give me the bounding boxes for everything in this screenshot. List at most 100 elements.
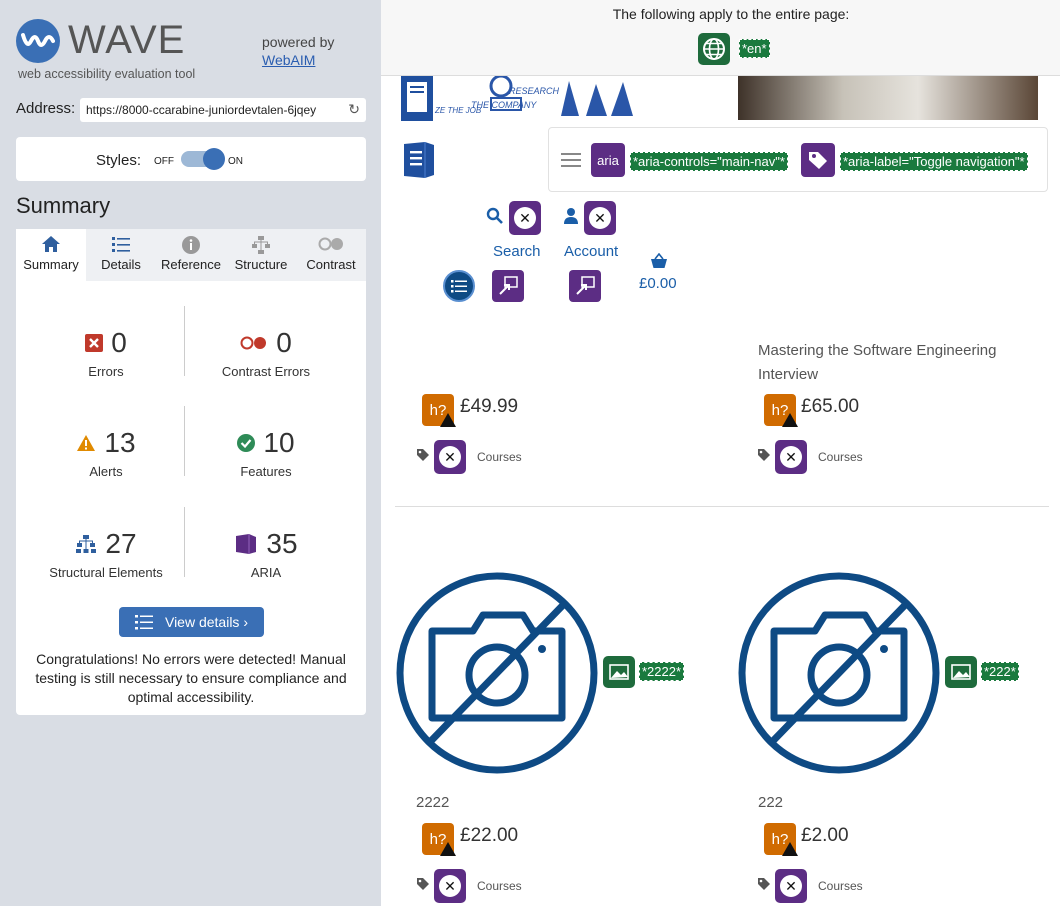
tab-label: Reference: [161, 257, 221, 272]
empty-link-alert-icon[interactable]: ✕: [775, 869, 807, 903]
account-icon[interactable]: [563, 207, 579, 230]
address-input[interactable]: https://8000-ccarabine-juniordevtalen-6j…: [80, 98, 366, 122]
stat-divider: [184, 507, 185, 577]
stat-aria[interactable]: 35 ARIA: [186, 527, 346, 580]
contrast-error-icon: [240, 336, 268, 350]
tab-label: Details: [101, 257, 141, 272]
home-icon: [16, 229, 86, 257]
wave-logo-icon: [16, 18, 60, 63]
stat-alerts[interactable]: 13 Alerts: [26, 426, 186, 479]
product-title[interactable]: 2222: [416, 791, 449, 815]
product-category-link[interactable]: Courses: [477, 450, 522, 464]
empty-link-alert-icon[interactable]: ✕: [509, 201, 541, 235]
structure-icon: [75, 534, 97, 554]
product-title[interactable]: Mastering the Software Engineering Inter…: [758, 339, 1038, 387]
tab-details[interactable]: Details: [86, 229, 156, 281]
address-label: Address:: [16, 100, 76, 117]
hero-illustration: RESEARCH THE COMPANY ZE THE JOB: [401, 76, 641, 121]
product-price: £49.99: [460, 396, 519, 417]
product-category-link[interactable]: Courses: [818, 450, 863, 464]
linked-image-icon[interactable]: [603, 656, 635, 688]
reload-icon[interactable]: ↻: [348, 101, 360, 118]
stat-contrast-errors[interactable]: 0 Contrast Errors: [186, 326, 346, 379]
structure-icon: [226, 229, 296, 257]
hero-photo: [738, 76, 1038, 120]
styles-toggle[interactable]: [181, 148, 225, 170]
tab-summary[interactable]: Summary: [16, 229, 86, 281]
panel-tabs: Summary Details Reference Structure Cont…: [16, 229, 366, 281]
contrast-errors-label: Contrast Errors: [221, 364, 311, 379]
aria-label-tag: *aria-label="Toggle navigation"*: [840, 152, 1028, 171]
summary-heading: Summary: [16, 193, 111, 218]
product-price: £2.00: [801, 825, 849, 846]
styles-off-label: OFF: [154, 156, 174, 167]
tag-icon: [416, 877, 430, 894]
powered-by-label: powered by: [262, 34, 335, 50]
page-notice-text: The following apply to the entire page:: [612, 6, 850, 22]
warning-icon: [440, 842, 456, 856]
view-details-button[interactable]: View details ›: [119, 607, 264, 637]
tab-structure[interactable]: Structure: [226, 229, 296, 281]
hero-research-text: RESEARCH: [509, 86, 560, 96]
image-alt-tag: *2222*: [639, 662, 685, 681]
popup-aria-icon[interactable]: [492, 270, 524, 302]
stat-features[interactable]: 10 Features: [186, 426, 346, 479]
webaim-link[interactable]: WebAIM: [262, 52, 315, 68]
toggle-knob: [203, 148, 225, 170]
error-icon: [85, 334, 104, 352]
wave-sidebar: WAVE web accessibility evaluation tool p…: [0, 0, 381, 906]
image-alt-tag: *222*: [981, 662, 1019, 681]
empty-link-alert-icon[interactable]: ✕: [584, 201, 616, 235]
popup-aria-icon[interactable]: [569, 270, 601, 302]
features-label: Features: [240, 464, 292, 479]
alert-icon: [76, 434, 96, 452]
empty-link-alert-icon[interactable]: ✕: [434, 440, 466, 474]
basket-total[interactable]: £0.00: [639, 275, 677, 292]
congrats-message: Congratulations! No errors were detected…: [35, 651, 347, 705]
wave-logo[interactable]: WAVE: [16, 18, 185, 63]
warning-icon: [440, 413, 456, 427]
product-title[interactable]: 222: [758, 791, 783, 815]
document-icon: [401, 141, 437, 184]
tab-contrast[interactable]: Contrast: [296, 229, 366, 281]
aria-icon-text: aria: [597, 152, 619, 168]
lang-tag: *en*: [739, 39, 770, 58]
aria-label-icon[interactable]: [801, 143, 835, 177]
summary-panel: Summary Details Reference Structure Cont…: [16, 229, 366, 715]
contrast-icon: [296, 229, 366, 257]
linked-image-icon[interactable]: [945, 656, 977, 688]
search-icon[interactable]: [486, 207, 504, 230]
stat-divider: [184, 406, 185, 476]
aria-icon[interactable]: aria: [591, 143, 625, 177]
navbar-toggle-area: aria *aria-controls="main-nav"* *aria-la…: [548, 127, 1048, 192]
empty-link-alert-icon[interactable]: ✕: [775, 440, 807, 474]
language-icon[interactable]: [698, 33, 730, 65]
errors-count: 0: [111, 327, 127, 358]
account-link[interactable]: Account: [564, 243, 618, 260]
structural-count: 27: [105, 528, 137, 559]
empty-link-alert-icon[interactable]: ✕: [434, 869, 466, 903]
no-image-placeholder-icon[interactable]: [395, 571, 599, 780]
product-price: £65.00: [801, 396, 860, 417]
tag-icon: [416, 448, 430, 465]
evaluated-page: RESEARCH THE COMPANY ZE THE JOB The foll…: [381, 0, 1060, 906]
tab-reference[interactable]: Reference: [156, 229, 226, 281]
list-icon[interactable]: [443, 270, 475, 302]
no-image-placeholder-icon[interactable]: [737, 571, 941, 780]
tag-icon: [757, 877, 771, 894]
hamburger-menu-icon[interactable]: [561, 152, 581, 173]
product-category-link[interactable]: Courses: [818, 879, 863, 893]
basket-icon[interactable]: [650, 252, 668, 274]
warning-icon: [782, 842, 798, 856]
warning-icon: [782, 413, 798, 427]
stat-errors[interactable]: 0 Errors: [26, 326, 186, 379]
alerts-label: Alerts: [89, 464, 123, 479]
search-link[interactable]: Search: [493, 243, 541, 260]
feature-check-icon: [237, 434, 256, 452]
aria-controls-tag: *aria-controls="main-nav"*: [630, 152, 788, 171]
stat-structural[interactable]: 27 Structural Elements: [26, 527, 186, 580]
aria-icon: [234, 533, 258, 555]
product-category-link[interactable]: Courses: [477, 879, 522, 893]
tab-label: Structure: [234, 257, 288, 272]
tab-label: Summary: [23, 257, 79, 272]
